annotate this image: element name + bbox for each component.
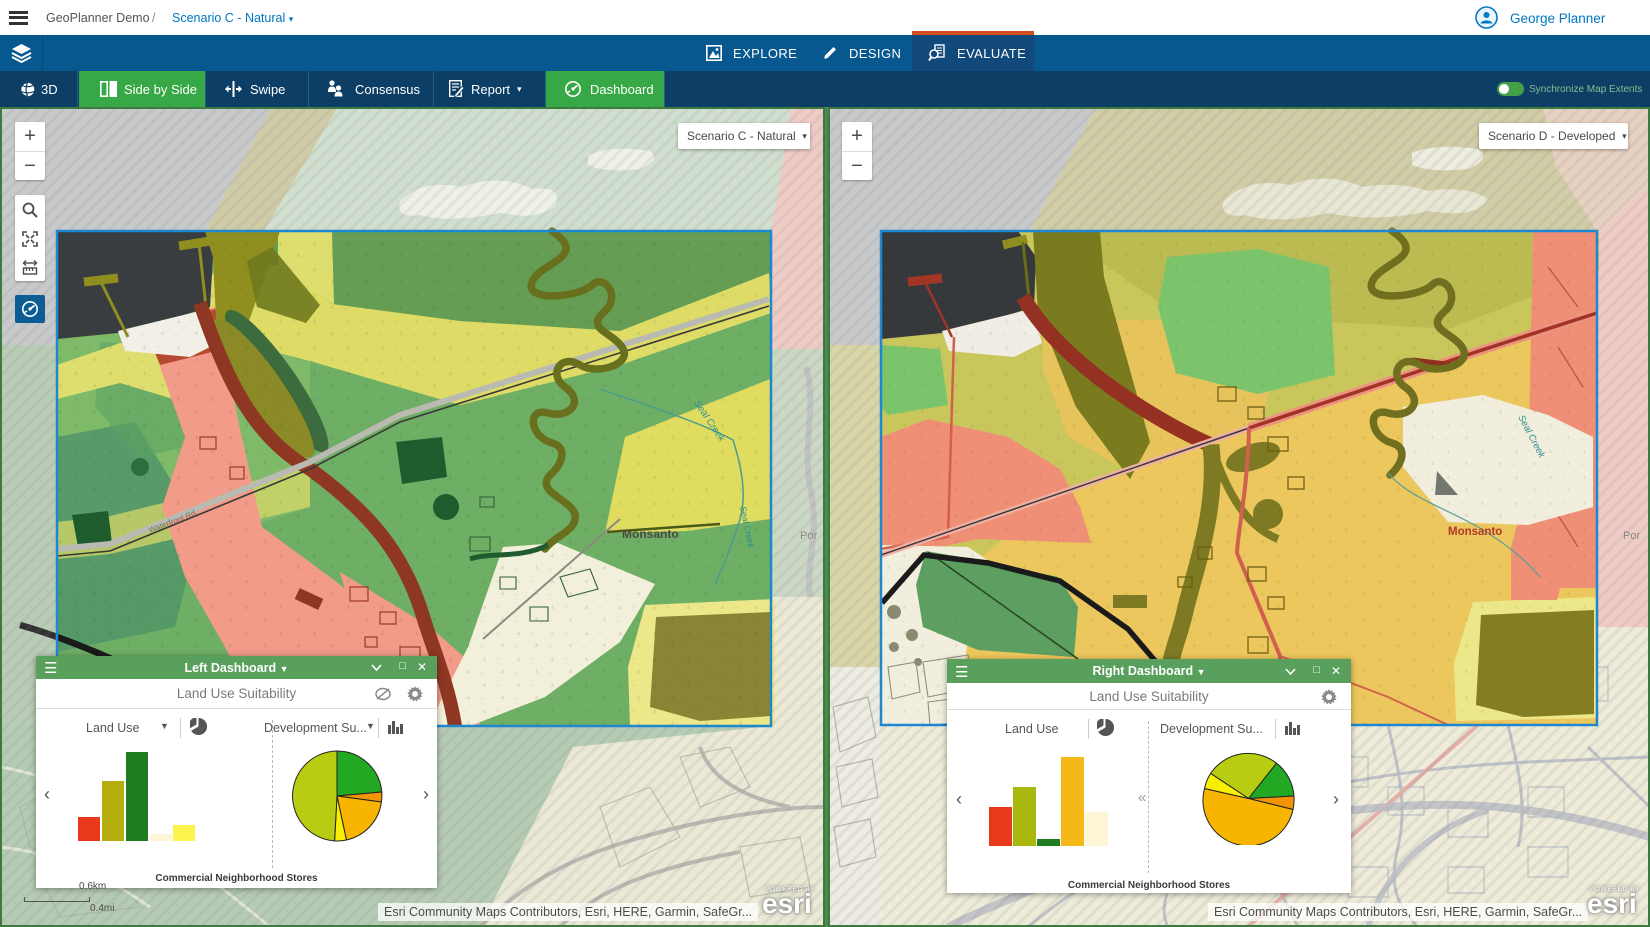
svg-text:Por: Por: [800, 530, 817, 542]
svg-text:Monsanto: Monsanto: [622, 527, 679, 541]
svg-text:Por: Por: [1623, 530, 1640, 542]
svg-text:Monsanto: Monsanto: [1448, 526, 1502, 538]
